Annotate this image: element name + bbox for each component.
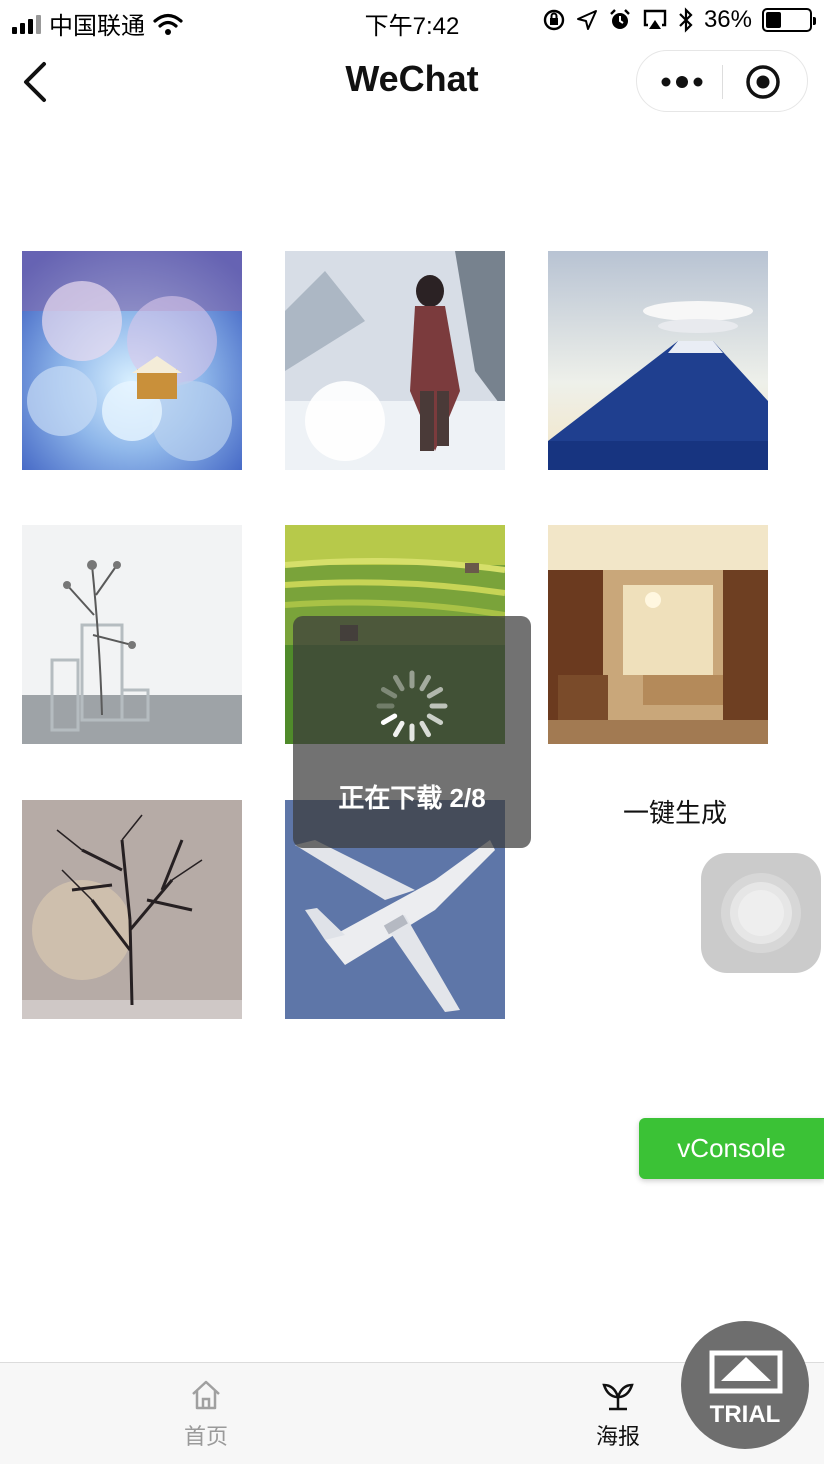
battery-percent: 36%: [703, 6, 752, 33]
status-right: 36%: [542, 6, 816, 34]
spinner-spoke: [380, 687, 398, 699]
close-mini-program-icon[interactable]: [745, 64, 781, 100]
spinner-spoke: [426, 713, 444, 725]
generate-button[interactable]: 一键生成: [580, 793, 770, 830]
sprout-icon: [602, 1383, 634, 1411]
mount-fuji-image[interactable]: [548, 251, 768, 470]
spinner-spoke: [393, 720, 405, 738]
location-arrow-icon: [576, 10, 597, 30]
tab-poster-label: 海报: [595, 1424, 640, 1449]
vconsole-button[interactable]: vConsole: [639, 1118, 824, 1179]
battery-icon: [762, 8, 816, 32]
mini-program-capsule: [636, 50, 808, 112]
trial-badge: TRIAL: [681, 1321, 809, 1449]
trial-label: TRIAL: [709, 1401, 781, 1428]
download-progress-text: 正在下载 2/8: [338, 783, 486, 813]
spinner-spoke: [393, 674, 405, 692]
loading-spinner-icon: [376, 670, 448, 742]
spinner-spoke: [419, 674, 431, 692]
more-options-icon[interactable]: [659, 67, 705, 97]
status-bar: 中国联通 下午7:42 36%: [0, 0, 824, 42]
spinner-spoke: [426, 687, 444, 699]
assistive-touch-button[interactable]: [701, 853, 821, 973]
navigation-bar: WeChat: [0, 42, 824, 122]
bare-tree-image[interactable]: [22, 800, 242, 1019]
tab-home-label: 首页: [183, 1424, 228, 1449]
fantasy-clouds-image[interactable]: [22, 251, 242, 470]
phone-screen: 中国联通 下午7:42 36% WeChat 一键生成 正在下载 2/8 vCo…: [0, 0, 824, 1464]
home-icon: [192, 1380, 220, 1410]
tab-poster[interactable]: 海报: [548, 1377, 688, 1451]
alarm-icon: [610, 9, 630, 29]
spinner-spoke: [419, 720, 431, 738]
download-toast: 正在下载 2/8: [293, 616, 531, 848]
bluetooth-icon: [679, 7, 693, 33]
living-room-image[interactable]: [548, 525, 768, 744]
airplay-icon: [643, 9, 667, 29]
trial-logo-icon: [709, 1350, 783, 1394]
snow-warrior-image[interactable]: [285, 251, 505, 470]
tab-home[interactable]: 首页: [136, 1377, 276, 1451]
capsule-divider: [722, 65, 723, 99]
spinner-spoke: [380, 713, 398, 725]
vase-branch-image[interactable]: [22, 525, 242, 744]
rotation-lock-icon: [543, 9, 565, 31]
